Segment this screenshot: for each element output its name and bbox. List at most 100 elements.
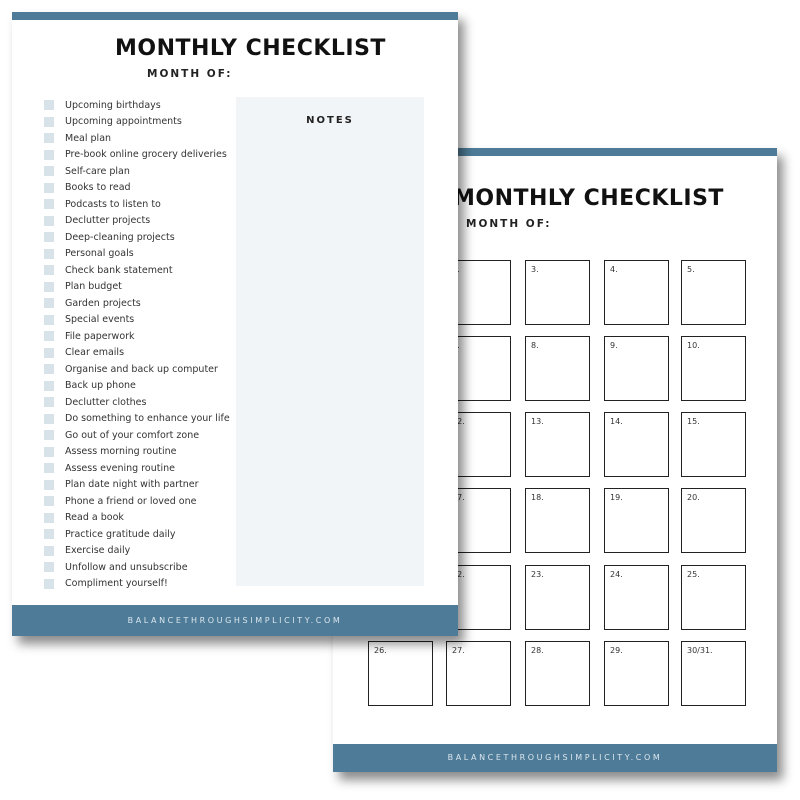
- day-box[interactable]: 23.: [525, 565, 590, 630]
- day-box[interactable]: 26.: [368, 641, 433, 706]
- checkbox[interactable]: [44, 248, 54, 259]
- checklist-item[interactable]: Do something to enhance your life: [44, 411, 230, 428]
- checklist-item-label: Organise and back up computer: [65, 363, 218, 375]
- checkbox[interactable]: [44, 100, 54, 111]
- day-box[interactable]: 27.: [446, 641, 511, 706]
- checklist-item-label: Exercise daily: [65, 545, 131, 557]
- day-box[interactable]: 8.: [525, 336, 590, 401]
- checkbox[interactable]: [44, 578, 54, 589]
- day-number: 3.: [531, 265, 539, 274]
- checklist-item[interactable]: Personal goals: [44, 246, 230, 263]
- day-number: 30/31.: [687, 646, 713, 655]
- checkbox[interactable]: [44, 116, 54, 127]
- checklist-item-label: Declutter clothes: [65, 396, 147, 408]
- checkbox[interactable]: [44, 232, 54, 243]
- day-box[interactable]: 5.: [681, 260, 746, 325]
- checklist-item-label: Plan budget: [65, 281, 122, 293]
- checkbox[interactable]: [44, 463, 54, 474]
- checklist-item[interactable]: Read a book: [44, 510, 230, 527]
- notes-box[interactable]: NOTES: [236, 97, 424, 586]
- checklist-item[interactable]: Garden projects: [44, 295, 230, 312]
- checklist-item[interactable]: Plan budget: [44, 279, 230, 296]
- day-box[interactable]: 29.: [604, 641, 669, 706]
- checkbox[interactable]: [44, 331, 54, 342]
- checklist-item[interactable]: Organise and back up computer: [44, 361, 230, 378]
- checkbox[interactable]: [44, 265, 54, 276]
- day-number: 28.: [531, 646, 544, 655]
- day-number: 9.: [610, 341, 618, 350]
- checkbox[interactable]: [44, 364, 54, 375]
- checklist-item[interactable]: File paperwork: [44, 328, 230, 345]
- day-box[interactable]: 13.: [525, 412, 590, 477]
- checklist-page: MONTHLY CHECKLIST MONTH OF: Upcoming bir…: [12, 12, 458, 636]
- checkbox[interactable]: [44, 166, 54, 177]
- checklist-item[interactable]: Upcoming birthdays: [44, 97, 230, 114]
- checklist-item[interactable]: Back up phone: [44, 378, 230, 395]
- checklist-item-label: Deep-cleaning projects: [65, 231, 175, 243]
- checkbox[interactable]: [44, 281, 54, 292]
- checklist-item[interactable]: Go out of your comfort zone: [44, 427, 230, 444]
- checklist-item[interactable]: Practice gratitude daily: [44, 526, 230, 543]
- checkbox[interactable]: [44, 380, 54, 391]
- checklist-item[interactable]: Books to read: [44, 180, 230, 197]
- checklist-item-label: Read a book: [65, 512, 124, 524]
- checkbox[interactable]: [44, 512, 54, 523]
- checkbox[interactable]: [44, 562, 54, 573]
- day-number: 14.: [610, 417, 623, 426]
- checklist-item-label: Check bank statement: [65, 264, 173, 276]
- checklist-item[interactable]: Self-care plan: [44, 163, 230, 180]
- checklist-item[interactable]: Check bank statement: [44, 262, 230, 279]
- day-box[interactable]: 19.: [604, 488, 669, 553]
- checkbox[interactable]: [44, 545, 54, 556]
- day-box[interactable]: 15.: [681, 412, 746, 477]
- checklist-item[interactable]: Phone a friend or loved one: [44, 493, 230, 510]
- day-box[interactable]: 10.: [681, 336, 746, 401]
- checkbox[interactable]: [44, 413, 54, 424]
- checkbox[interactable]: [44, 182, 54, 193]
- day-box[interactable]: 30/31.: [681, 641, 746, 706]
- day-box[interactable]: 24.: [604, 565, 669, 630]
- checkbox[interactable]: [44, 446, 54, 457]
- checklist-item[interactable]: Assess morning routine: [44, 444, 230, 461]
- day-box[interactable]: 25.: [681, 565, 746, 630]
- checklist-item-label: Podcasts to listen to: [65, 198, 161, 210]
- day-box[interactable]: 28.: [525, 641, 590, 706]
- checklist-item[interactable]: Podcasts to listen to: [44, 196, 230, 213]
- checkbox[interactable]: [44, 496, 54, 507]
- page-title: MONTHLY CHECKLIST: [453, 186, 724, 211]
- checkbox[interactable]: [44, 430, 54, 441]
- checkbox[interactable]: [44, 199, 54, 210]
- checklist-item[interactable]: Exercise daily: [44, 543, 230, 560]
- checklist-item-label: Do something to enhance your life: [65, 413, 230, 425]
- checklist-item[interactable]: Plan date night with partner: [44, 477, 230, 494]
- checkbox[interactable]: [44, 529, 54, 540]
- day-box[interactable]: 3.: [525, 260, 590, 325]
- day-number: 29.: [610, 646, 623, 655]
- checklist-item[interactable]: Upcoming appointments: [44, 114, 230, 131]
- checklist-item[interactable]: Special events: [44, 312, 230, 329]
- checklist-item[interactable]: Declutter clothes: [44, 394, 230, 411]
- day-box[interactable]: 14.: [604, 412, 669, 477]
- day-number: 15.: [687, 417, 700, 426]
- day-box[interactable]: 4.: [604, 260, 669, 325]
- day-box[interactable]: 20.: [681, 488, 746, 553]
- checkbox[interactable]: [44, 215, 54, 226]
- checkbox[interactable]: [44, 397, 54, 408]
- checkbox[interactable]: [44, 133, 54, 144]
- checkbox[interactable]: [44, 479, 54, 490]
- checklist-item[interactable]: Unfollow and unsubscribe: [44, 559, 230, 576]
- checklist-item[interactable]: Pre-book online grocery deliveries: [44, 147, 230, 164]
- checklist-item[interactable]: Clear emails: [44, 345, 230, 362]
- checklist-item[interactable]: Deep-cleaning projects: [44, 229, 230, 246]
- day-box[interactable]: 18.: [525, 488, 590, 553]
- day-box[interactable]: 9.: [604, 336, 669, 401]
- checklist-item[interactable]: Meal plan: [44, 130, 230, 147]
- checklist-item[interactable]: Assess evening routine: [44, 460, 230, 477]
- checklist-item[interactable]: Compliment yourself!: [44, 576, 230, 593]
- day-number: 13.: [531, 417, 544, 426]
- checklist-item[interactable]: Declutter projects: [44, 213, 230, 230]
- checkbox[interactable]: [44, 149, 54, 160]
- checkbox[interactable]: [44, 298, 54, 309]
- checkbox[interactable]: [44, 314, 54, 325]
- checkbox[interactable]: [44, 347, 54, 358]
